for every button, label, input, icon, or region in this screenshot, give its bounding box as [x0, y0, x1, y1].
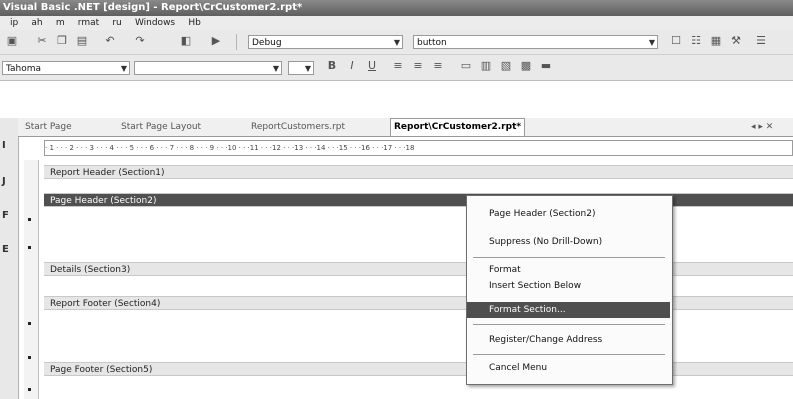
left-dock-gutter: I J F E: [0, 118, 19, 399]
section-context-menu: Page Header (Section2) Suppress (No Dril…: [466, 195, 673, 385]
insert-picture-icon[interactable]: ▬: [540, 60, 552, 72]
insert-field-icon[interactable]: ▧: [500, 60, 512, 72]
formatting-toolbar: Tahoma ▼ ▼ ▼ B I U ≡ ≡ ≡ ▭ ▥ ▧ ▩ ▬: [0, 55, 793, 81]
section-body[interactable]: [44, 180, 793, 192]
new-project-icon[interactable]: ▣: [6, 35, 18, 47]
font-name-select[interactable]: Tahoma ▼: [2, 61, 130, 75]
menu-item-register-address[interactable]: Register/Change Address: [467, 332, 670, 348]
chevron-down-icon: ▼: [120, 64, 127, 73]
menu-item-window[interactable]: Windows: [135, 16, 175, 30]
menu-item-run[interactable]: ru: [112, 16, 121, 30]
menu-item-format[interactable]: rmat: [78, 16, 99, 30]
menu-item-suppress[interactable]: Suppress (No Drill-Down): [467, 234, 670, 250]
align-right-icon[interactable]: ≡: [432, 60, 444, 72]
redo-icon[interactable]: ↷: [134, 35, 146, 47]
start-icon[interactable]: ▶: [210, 35, 222, 47]
paste-icon[interactable]: ▤: [76, 35, 88, 47]
menu-item-edit[interactable]: ah: [31, 16, 42, 30]
title-bar: Visual Basic .NET [design] - Report\CrCu…: [0, 0, 793, 16]
menu-item-cancel-menu[interactable]: Cancel Menu: [467, 360, 670, 376]
font-size-select[interactable]: ▼: [134, 61, 282, 75]
section-report-footer[interactable]: Report Footer (Section4): [44, 296, 793, 310]
cut-icon[interactable]: ✂: [36, 35, 48, 47]
chevron-down-icon: ▼: [304, 64, 311, 73]
tab-nav-close-icons[interactable]: ◂ ▸ ✕: [748, 120, 776, 134]
chevron-down-icon: ▼: [648, 38, 655, 47]
standard-toolbar: ▣ ✂ ❐ ▤ ↶ ↷ ◧ ▶ Debug ▼ button ▼ ☐ ☷ ▦ ⚒…: [0, 30, 793, 55]
insert-chart-icon[interactable]: ▩: [520, 60, 532, 72]
tab-start-page[interactable]: Start Page: [22, 120, 75, 134]
gutter-mark: F: [2, 210, 9, 221]
undo-icon[interactable]: ↶: [104, 35, 116, 47]
section-marker: [28, 246, 31, 249]
gutter-mark: J: [2, 176, 6, 187]
menu-bar: ip ah m rmat ru Windows Hb: [0, 16, 793, 30]
section-report-header[interactable]: Report Header (Section1): [44, 165, 793, 179]
menu-item-format[interactable]: Format: [467, 262, 670, 278]
section-body[interactable]: [44, 311, 793, 359]
vertical-ruler: [24, 160, 39, 399]
toolbar-separator: [236, 34, 237, 50]
navigate-icon[interactable]: ◧: [180, 35, 192, 47]
window-title: Visual Basic .NET [design] - Report\CrCu…: [3, 2, 303, 13]
tab-report-customers[interactable]: ReportCustomers.rpt: [248, 120, 348, 134]
italic-icon[interactable]: I: [346, 60, 358, 72]
section-marker: [28, 388, 31, 391]
section-body[interactable]: [44, 208, 793, 244]
menu-item-format-section[interactable]: Format Section...: [467, 302, 670, 318]
section-marker: [28, 218, 31, 221]
find-combo[interactable]: button ▼: [413, 35, 658, 49]
copy-icon[interactable]: ❐: [56, 35, 68, 47]
menu-item-page-header[interactable]: Page Header (Section2): [467, 206, 670, 222]
section-page-header[interactable]: Page Header (Section2): [44, 193, 793, 207]
menu-item-view[interactable]: m: [56, 16, 65, 30]
more-tools-icon[interactable]: ☰: [755, 35, 767, 47]
align-left-icon[interactable]: ≡: [392, 60, 404, 72]
align-center-icon[interactable]: ≡: [412, 60, 424, 72]
menu-separator: [473, 324, 665, 325]
section-marker: [28, 322, 31, 325]
document-tabs: Start Page Start Page Layout ReportCusto…: [18, 118, 793, 137]
toolbox-icon[interactable]: ⚒: [730, 35, 742, 47]
menu-item-file[interactable]: ip: [10, 16, 18, 30]
tab-crcustomer2[interactable]: Report\CrCustomer2.rpt*: [390, 118, 526, 136]
solution-explorer-icon[interactable]: ☐: [670, 35, 682, 47]
section-details[interactable]: Details (Section3): [44, 262, 793, 276]
object-browser-icon[interactable]: ▦: [710, 35, 722, 47]
solution-config-select[interactable]: Debug ▼: [248, 35, 403, 49]
gutter-mark: I: [2, 140, 6, 151]
chevron-down-icon: ▼: [272, 64, 279, 73]
section-body[interactable]: [44, 277, 793, 293]
section-body[interactable]: [44, 377, 793, 399]
border-icon[interactable]: ▭: [460, 60, 472, 72]
menu-item-help[interactable]: Hb: [188, 16, 200, 30]
chevron-down-icon: ▼: [393, 38, 400, 47]
section-page-footer[interactable]: Page Footer (Section5): [44, 362, 793, 376]
section-marker: [28, 356, 31, 359]
properties-icon[interactable]: ☷: [690, 35, 702, 47]
style-select[interactable]: ▼: [288, 61, 314, 75]
tab-start-page-layout[interactable]: Start Page Layout: [118, 120, 204, 134]
gutter-mark: E: [2, 244, 9, 255]
bold-icon[interactable]: B: [326, 60, 338, 72]
menu-separator: [473, 354, 665, 355]
menu-item-insert-section-below[interactable]: Insert Section Below: [467, 278, 670, 294]
horizontal-ruler: · 1 · · · 2 · · · 3 · · · 4 · · · 5 · · …: [44, 140, 793, 156]
font-color-icon[interactable]: ▥: [480, 60, 492, 72]
menu-separator: [473, 257, 665, 258]
underline-icon[interactable]: U: [366, 60, 378, 72]
